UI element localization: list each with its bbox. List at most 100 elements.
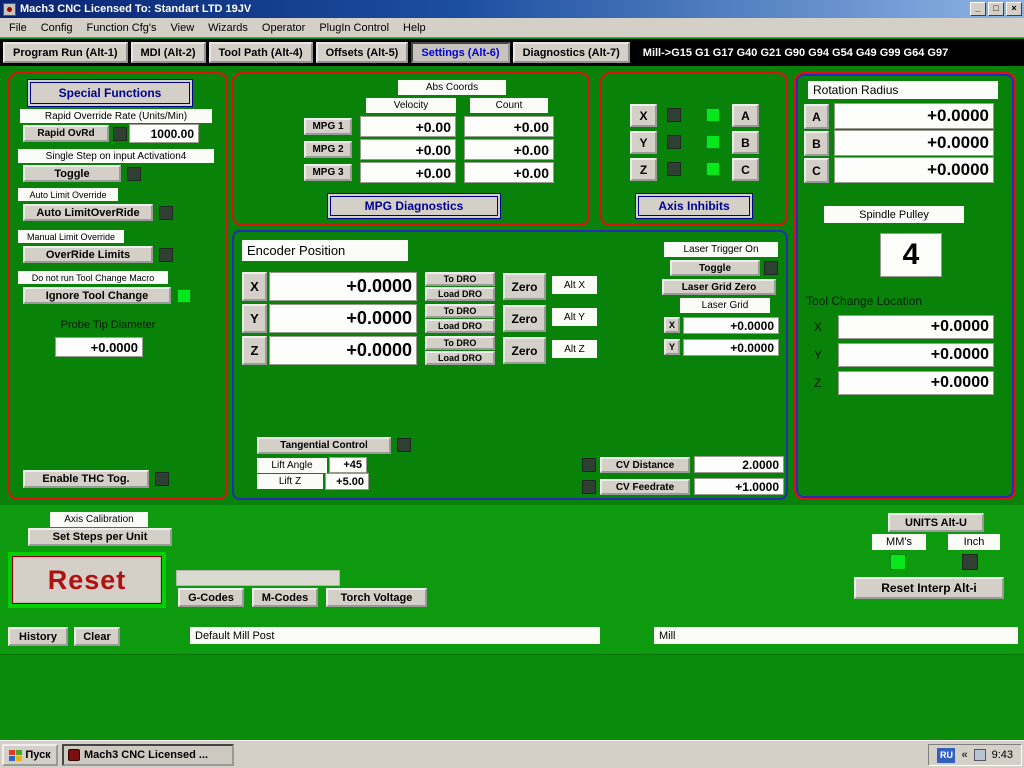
units-button[interactable]: UNITS Alt-U bbox=[888, 513, 984, 532]
laser-grid-zero-button[interactable]: Laser Grid Zero bbox=[662, 279, 776, 295]
mpg2-count-dro[interactable]: +0.00 bbox=[464, 139, 554, 160]
lift-z-dro[interactable]: +5.00 bbox=[325, 473, 369, 490]
encoder-x-dro[interactable]: +0.0000 bbox=[269, 272, 417, 301]
tab-settings[interactable]: Settings (Alt-6) bbox=[411, 42, 510, 63]
language-indicator[interactable]: RU bbox=[937, 747, 956, 763]
tab-tool-path[interactable]: Tool Path (Alt-4) bbox=[208, 42, 313, 63]
encoder-y-to-dro-button[interactable]: To DRO bbox=[425, 304, 495, 318]
encoder-x-load-dro-button[interactable]: Load DRO bbox=[425, 287, 495, 301]
encoder-z-load-dro-button[interactable]: Load DRO bbox=[425, 351, 495, 365]
clear-button[interactable]: Clear bbox=[74, 627, 120, 646]
encoder-x-button[interactable]: X bbox=[242, 272, 267, 301]
encoder-z-button[interactable]: Z bbox=[242, 336, 267, 365]
tab-mdi[interactable]: MDI (Alt-2) bbox=[130, 42, 206, 63]
reset-interp-button[interactable]: Reset Interp Alt-i bbox=[854, 577, 1004, 599]
tab-program-run[interactable]: Program Run (Alt-1) bbox=[3, 42, 128, 63]
mcodes-button[interactable]: M-Codes bbox=[252, 588, 318, 607]
laser-trigger-label: Laser Trigger On bbox=[664, 242, 778, 257]
laser-x-button[interactable]: X bbox=[664, 317, 680, 333]
mpg1-velocity-dro[interactable]: +0.00 bbox=[360, 116, 456, 137]
cv-distance-button[interactable]: CV Distance bbox=[600, 457, 690, 473]
cv-distance-dro[interactable]: 2.0000 bbox=[694, 456, 784, 473]
encoder-z-dro[interactable]: +0.0000 bbox=[269, 336, 417, 365]
menu-config[interactable]: Config bbox=[34, 20, 80, 36]
spindle-pulley-dro[interactable]: 4 bbox=[880, 233, 942, 277]
window-title: Mach3 CNC Licensed To: Standart LTD 19JV bbox=[20, 3, 252, 15]
abs-coords-label: Abs Coords bbox=[398, 80, 506, 95]
lift-angle-dro[interactable]: +45 bbox=[329, 457, 367, 473]
rapid-ovrd-button[interactable]: Rapid OvRd bbox=[23, 125, 109, 142]
torch-voltage-button[interactable]: Torch Voltage bbox=[326, 588, 427, 607]
probe-tip-diameter-dro[interactable]: +0.0000 bbox=[55, 337, 143, 357]
mpg3-count-dro[interactable]: +0.00 bbox=[464, 162, 554, 183]
rotation-c-dro[interactable]: +0.0000 bbox=[834, 157, 994, 183]
cv-feedrate-dro[interactable]: +1.0000 bbox=[694, 478, 784, 495]
encoder-panel: Encoder Position X +0.0000 To DRO Load D… bbox=[232, 230, 788, 500]
cv-feedrate-button[interactable]: CV Feedrate bbox=[600, 479, 690, 495]
close-button[interactable]: × bbox=[1006, 2, 1022, 16]
encoder-y-button[interactable]: Y bbox=[242, 304, 267, 333]
rotation-a-button[interactable]: A bbox=[804, 104, 829, 129]
mpg-diagnostics-button[interactable]: MPG Diagnostics bbox=[330, 196, 498, 216]
enable-thc-button[interactable]: Enable THC Tog. bbox=[23, 470, 149, 488]
history-button[interactable]: History bbox=[8, 627, 68, 646]
tray-app-icon[interactable] bbox=[973, 749, 986, 761]
inhibit-x-button[interactable]: X bbox=[630, 104, 657, 127]
mpg2-button[interactable]: MPG 2 bbox=[304, 141, 352, 158]
menu-file[interactable]: File bbox=[2, 20, 34, 36]
inhibit-b-button[interactable]: B bbox=[732, 131, 759, 154]
laser-y-dro[interactable]: +0.0000 bbox=[683, 339, 779, 356]
hide-icons-chevron-icon[interactable]: « bbox=[961, 749, 967, 761]
tool-change-y-dro[interactable]: +0.0000 bbox=[838, 343, 994, 367]
mpg2-velocity-dro[interactable]: +0.00 bbox=[360, 139, 456, 160]
laser-toggle-button[interactable]: Toggle bbox=[670, 260, 760, 276]
menu-view[interactable]: View bbox=[164, 20, 202, 36]
mpg3-button[interactable]: MPG 3 bbox=[304, 164, 352, 181]
inhibit-a-button[interactable]: A bbox=[732, 104, 759, 127]
encoder-z-to-dro-button[interactable]: To DRO bbox=[425, 336, 495, 350]
single-step-toggle-button[interactable]: Toggle bbox=[23, 165, 121, 182]
set-steps-per-unit-button[interactable]: Set Steps per Unit bbox=[28, 528, 172, 546]
override-limits-button[interactable]: OverRide Limits bbox=[23, 246, 153, 263]
encoder-z-zero-button[interactable]: Zero bbox=[503, 337, 546, 364]
encoder-y-zero-button[interactable]: Zero bbox=[503, 305, 546, 332]
tab-offsets[interactable]: Offsets (Alt-5) bbox=[315, 42, 409, 63]
encoder-y-load-dro-button[interactable]: Load DRO bbox=[425, 319, 495, 333]
menu-plugin-control[interactable]: PlugIn Control bbox=[312, 20, 396, 36]
reset-button[interactable]: Reset bbox=[8, 552, 166, 608]
encoder-y-dro[interactable]: +0.0000 bbox=[269, 304, 417, 333]
laser-x-dro[interactable]: +0.0000 bbox=[683, 317, 779, 334]
encoder-x-to-dro-button[interactable]: To DRO bbox=[425, 272, 495, 286]
inhibit-z-button[interactable]: Z bbox=[630, 158, 657, 181]
rapid-rate-dro[interactable]: 1000.00 bbox=[129, 124, 199, 143]
start-button[interactable]: Пуск bbox=[2, 744, 58, 766]
menu-function-cfgs[interactable]: Function Cfg's bbox=[80, 20, 164, 36]
rotation-b-button[interactable]: B bbox=[804, 131, 829, 156]
maximize-button[interactable]: □ bbox=[988, 2, 1004, 16]
rotation-a-dro[interactable]: +0.0000 bbox=[834, 103, 994, 129]
mpg1-count-dro[interactable]: +0.00 bbox=[464, 116, 554, 137]
rotation-b-dro[interactable]: +0.0000 bbox=[834, 130, 994, 156]
special-functions-header: Special Functions bbox=[30, 82, 190, 104]
ignore-tool-change-button[interactable]: Ignore Tool Change bbox=[23, 287, 171, 304]
laser-y-button[interactable]: Y bbox=[664, 339, 680, 355]
menu-operator[interactable]: Operator bbox=[255, 20, 312, 36]
auto-limit-override-button[interactable]: Auto LimitOverRide bbox=[23, 204, 153, 221]
gcodes-button[interactable]: G-Codes bbox=[178, 588, 244, 607]
reset-button-label: Reset bbox=[47, 564, 127, 595]
tangential-control-button[interactable]: Tangential Control bbox=[257, 437, 391, 454]
taskbar-task-mach3[interactable]: Mach3 CNC Licensed ... bbox=[62, 744, 234, 766]
rotation-c-button[interactable]: C bbox=[804, 158, 829, 183]
menu-wizards[interactable]: Wizards bbox=[201, 20, 255, 36]
tool-change-x-dro[interactable]: +0.0000 bbox=[838, 315, 994, 339]
mpg3-velocity-dro[interactable]: +0.00 bbox=[360, 162, 456, 183]
inhibit-y-button[interactable]: Y bbox=[630, 131, 657, 154]
inhibit-c-button[interactable]: C bbox=[732, 158, 759, 181]
menu-help[interactable]: Help bbox=[396, 20, 433, 36]
encoder-x-zero-button[interactable]: Zero bbox=[503, 273, 546, 300]
tool-change-z-dro[interactable]: +0.0000 bbox=[838, 371, 994, 395]
inch-label: Inch bbox=[948, 534, 1000, 550]
minimize-button[interactable]: _ bbox=[970, 2, 986, 16]
mpg1-button[interactable]: MPG 1 bbox=[304, 118, 352, 135]
tab-diagnostics[interactable]: Diagnostics (Alt-7) bbox=[512, 42, 630, 63]
